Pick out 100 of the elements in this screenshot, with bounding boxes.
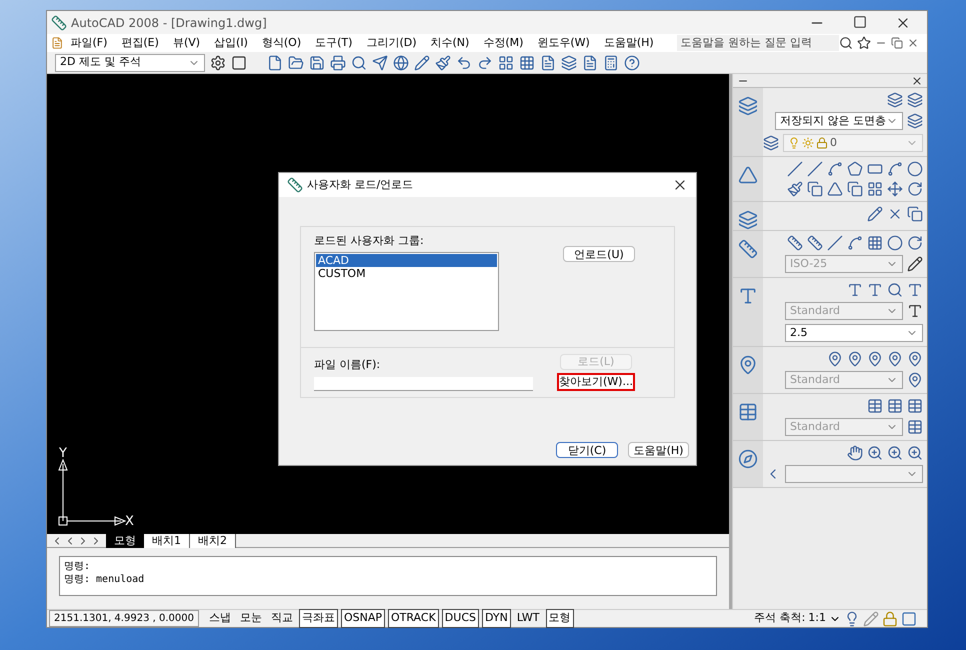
line-icon[interactable] <box>807 161 823 177</box>
file-name-field[interactable] <box>314 376 533 390</box>
save-icon[interactable] <box>309 54 325 70</box>
send-icon[interactable] <box>372 54 388 70</box>
status-toggle[interactable]: 직교 <box>268 609 296 628</box>
folder-icon[interactable] <box>288 54 304 70</box>
pan-icon[interactable] <box>847 445 863 461</box>
globe-icon[interactable] <box>393 54 409 70</box>
text-style-icon[interactable] <box>907 303 923 319</box>
new-file-icon[interactable] <box>267 54 283 70</box>
layers-icon[interactable] <box>907 92 923 108</box>
status-toggle[interactable]: 모형 <box>546 609 574 628</box>
compass-icon[interactable] <box>738 449 758 469</box>
table-style-icon[interactable] <box>907 419 923 435</box>
zoom-icon[interactable] <box>887 445 903 461</box>
status-toggle[interactable]: OTRACK <box>388 609 439 628</box>
zoom-icon[interactable] <box>907 445 923 461</box>
pencil-icon[interactable] <box>414 54 430 70</box>
close-icon[interactable] <box>911 74 923 86</box>
status-toggle[interactable]: LWT <box>514 609 543 628</box>
list-item[interactable]: ACAD <box>316 254 497 266</box>
star-icon[interactable] <box>857 36 871 50</box>
annotation-scale-dropdown[interactable]: 1:1 <box>808 610 826 627</box>
menu-item[interactable]: 뷰(V) <box>166 34 208 52</box>
status-toggle[interactable]: 스냅 <box>206 609 234 628</box>
help-search-field[interactable]: 도움말을 원하는 질문 입력 <box>676 34 839 52</box>
layers-icon[interactable] <box>887 92 903 108</box>
pencil-icon[interactable] <box>907 256 923 272</box>
lock-icon[interactable] <box>882 610 898 626</box>
restore-icon[interactable] <box>891 37 903 49</box>
table-icon[interactable] <box>887 398 903 414</box>
list-item[interactable]: CUSTOM <box>316 266 497 280</box>
unload-button[interactable]: 언로드(U) <box>563 246 635 262</box>
menu-item[interactable]: 삽입(I) <box>207 34 255 52</box>
text-height-dropdown[interactable]: 2.5 <box>785 324 923 342</box>
text-icon[interactable] <box>847 282 863 298</box>
workspace-dropdown[interactable]: 2D 제도 및 주석 <box>55 54 205 72</box>
menu-item[interactable]: 윈도우(W) <box>530 34 597 52</box>
table-icon[interactable] <box>738 402 758 422</box>
calculator-icon[interactable] <box>603 54 619 70</box>
brush-icon[interactable] <box>787 181 803 197</box>
status-toggle[interactable]: 모눈 <box>236 609 265 628</box>
layers-icon[interactable] <box>561 54 577 70</box>
array-icon[interactable] <box>867 181 883 197</box>
arc-icon[interactable] <box>887 161 903 177</box>
stack-icon[interactable] <box>738 210 758 230</box>
magnifier-icon[interactable] <box>887 282 903 298</box>
menu-item[interactable]: 형식(O) <box>254 34 308 52</box>
browse-button[interactable]: 찾아보기(W)... <box>557 372 635 390</box>
status-toggle[interactable]: DUCS <box>442 609 479 628</box>
text-icon[interactable] <box>867 282 883 298</box>
close-dialog-button[interactable]: 닫기(C) <box>556 442 618 458</box>
polyline-icon[interactable] <box>827 161 843 177</box>
move-icon[interactable] <box>887 181 903 197</box>
line-icon[interactable] <box>787 161 803 177</box>
layers-icon[interactable] <box>738 96 758 116</box>
layer-dropdown[interactable]: 저장되지 않은 도면층 <box>775 112 903 130</box>
menu-item[interactable]: 편집(E) <box>114 34 166 52</box>
menu-document-icon[interactable] <box>51 35 64 51</box>
circle-icon[interactable] <box>907 161 923 177</box>
layout-tab[interactable]: 배치1 <box>144 534 190 548</box>
status-toggle[interactable]: 극좌표 <box>298 609 338 628</box>
document-icon[interactable] <box>540 54 556 70</box>
help-button[interactable]: 도움말(H) <box>628 442 689 458</box>
layout-tab[interactable]: 배치2 <box>190 534 236 548</box>
status-toggle[interactable]: DYN <box>482 609 511 628</box>
shapes-icon[interactable] <box>738 165 758 185</box>
layers-icon[interactable] <box>763 135 779 151</box>
status-toggle[interactable]: OSNAP <box>340 609 385 628</box>
maximize-icon[interactable] <box>853 14 867 28</box>
menu-item[interactable]: 도구(T) <box>308 34 360 52</box>
pentagon-icon[interactable] <box>847 161 863 177</box>
square-icon[interactable] <box>231 54 247 70</box>
menu-item[interactable]: 도움말(H) <box>596 34 661 52</box>
menu-item[interactable]: 치수(N) <box>424 34 476 52</box>
copy-icon[interactable] <box>907 206 923 222</box>
menu-item[interactable]: 파일(F) <box>63 34 114 52</box>
edit-icon[interactable] <box>867 206 883 222</box>
table-grid-icon[interactable] <box>519 54 535 70</box>
layer-state-icon[interactable] <box>907 113 923 129</box>
search-icon[interactable] <box>839 36 853 50</box>
group-listbox[interactable]: ACAD CUSTOM <box>314 252 499 330</box>
gear-icon[interactable] <box>210 54 226 70</box>
magnifier-icon[interactable] <box>351 54 367 70</box>
text-icon[interactable] <box>738 286 758 306</box>
command-window[interactable]: 명령: 명령: menuload <box>59 556 718 596</box>
menu-item[interactable]: 수정(M) <box>476 34 530 52</box>
copy-icon[interactable] <box>807 181 823 197</box>
close-icon[interactable] <box>907 37 919 49</box>
layer-control-dropdown[interactable]: 0 <box>783 134 923 152</box>
redo-icon[interactable] <box>477 54 493 70</box>
paintbrush-icon[interactable] <box>435 54 451 70</box>
help-icon[interactable] <box>624 54 640 70</box>
undo-icon[interactable] <box>456 54 472 70</box>
rotate-icon[interactable] <box>907 181 923 197</box>
menu-item[interactable]: 그리기(D) <box>359 34 424 52</box>
layout-tab[interactable]: 모형 <box>106 534 144 548</box>
printer-icon[interactable] <box>330 54 346 70</box>
table-icon[interactable] <box>907 398 923 414</box>
grid-icon[interactable] <box>498 54 514 70</box>
